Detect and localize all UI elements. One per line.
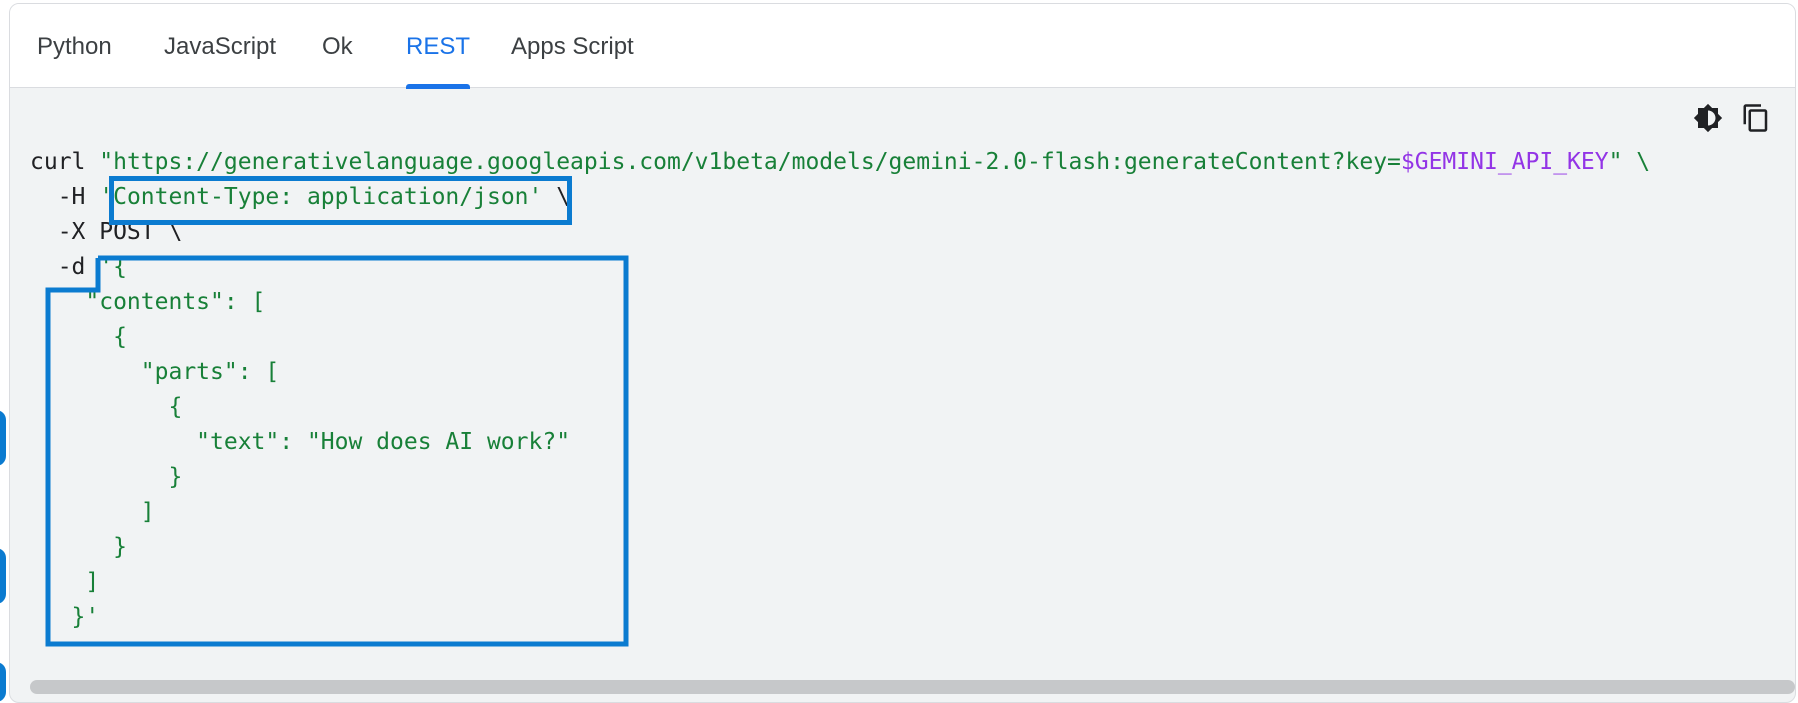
edge-marker [0,410,6,466]
highlight-box-body [45,255,629,647]
edge-marker [0,662,6,702]
edge-marker [0,548,6,604]
